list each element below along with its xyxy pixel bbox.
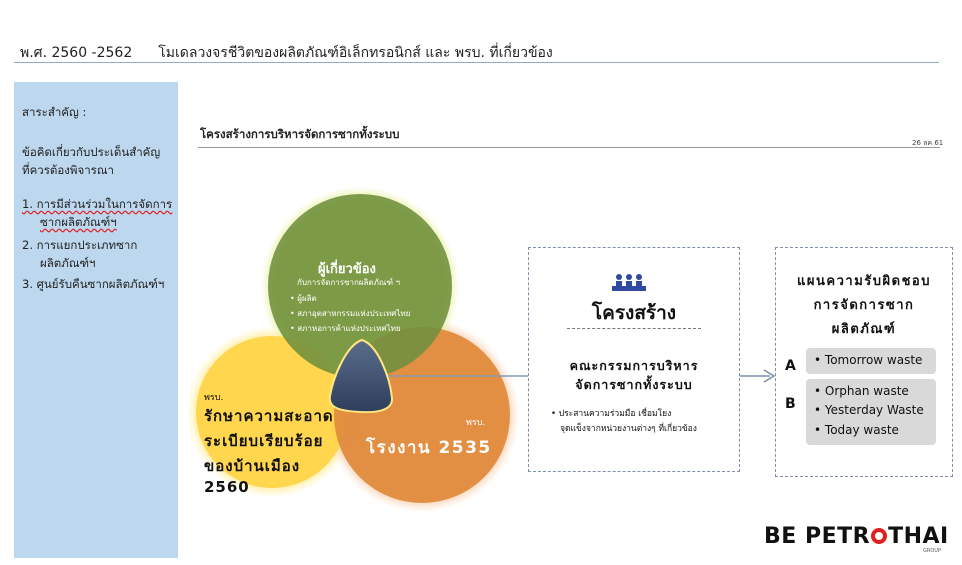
green-bullet-3: • สภาหอการค้าแห่งประเทศไทย xyxy=(290,324,401,333)
group-b-item-1: • Orphan waste xyxy=(814,384,909,398)
orange-label: พรบ. xyxy=(466,418,486,428)
plan-title-1: แผนความรับผิดชอบ xyxy=(797,274,931,289)
yellow-line-2: ระเบียบเรียบร้อย xyxy=(204,432,324,450)
committee-line-2: จัดการซากทั้งระบบ xyxy=(575,377,693,392)
responsibility-plan-box: แผนความรับผิดชอบ การจัดการซาก ผลิตภัณฑ์ … xyxy=(775,247,953,477)
committee-line-1: คณะกรรมการบริหาร xyxy=(569,358,699,373)
group-a-item-1: • Tomorrow waste xyxy=(814,353,923,367)
structure-box: โครงสร้าง คณะกรรมการบริหาร จัดการซากทั้ง… xyxy=(528,247,740,472)
yellow-line-1: รักษาความสะอาด xyxy=(204,407,334,425)
plan-title-3: ผลิตภัณฑ์ xyxy=(831,322,897,337)
green-bullet-2: • สภาอุตสาหกรรมแห่งประเทศไทย xyxy=(290,309,411,318)
group-b-item-3: • Today waste xyxy=(814,423,899,437)
logo-subtext: GROUP xyxy=(923,548,941,554)
yellow-line-3: ของบ้านเมือง xyxy=(204,457,301,475)
structure-title-divider xyxy=(567,328,701,329)
green-subtitle: กับการจัดการซากผลิตภัณฑ์ ฯ xyxy=(297,278,400,287)
people-meeting-icon xyxy=(612,274,646,291)
green-bullet-1: • ผู้ผลิต xyxy=(290,294,317,303)
company-logo: BE PETR THAI xyxy=(764,524,949,549)
yellow-label: พรบ. xyxy=(204,393,224,403)
structure-bullet-2: จุดแข็งจากหน่วยงานต่างๆ ที่เกี่ยวข้อง xyxy=(560,424,697,434)
orange-line: โรงงาน 2535 xyxy=(366,438,492,458)
group-b-label: B xyxy=(785,396,796,412)
group-b-panel: • Orphan waste • Yesterday Waste • Today… xyxy=(806,379,936,445)
group-a-label: A xyxy=(785,358,796,374)
group-a-panel: • Tomorrow waste xyxy=(806,348,936,374)
logo-o-icon xyxy=(871,528,888,544)
structure-title: โครงสร้าง xyxy=(591,302,677,324)
group-b-item-2: • Yesterday Waste xyxy=(814,403,924,417)
structure-bullet-1: • ประสานความร่วมมือ เชื่อมโยง xyxy=(551,409,672,419)
plan-title-2: การจัดการซาก xyxy=(813,298,915,313)
yellow-line-4: 2560 xyxy=(204,478,250,496)
